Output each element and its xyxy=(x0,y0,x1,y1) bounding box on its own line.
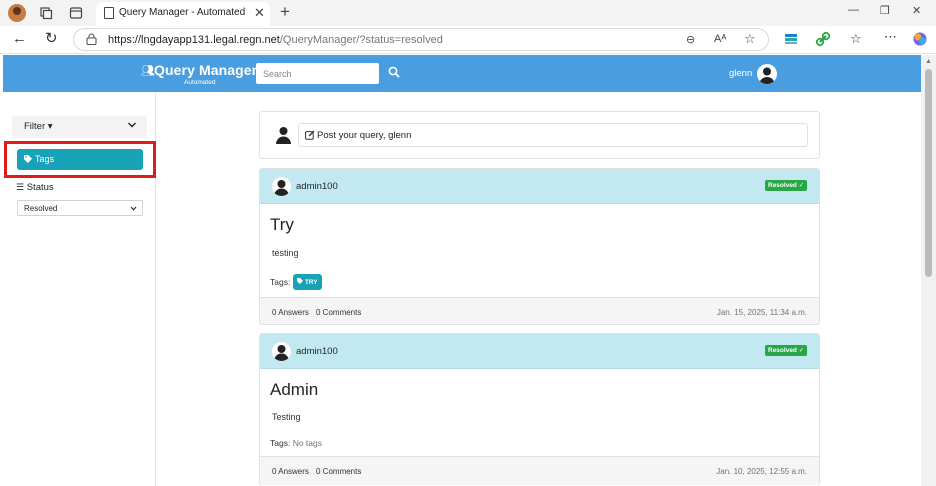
url-path: /QueryManager/?status=resolved xyxy=(279,34,443,46)
post-query-card: Post your query, glenn xyxy=(259,111,820,159)
read-aloud-icon[interactable]: Aᴬ xyxy=(714,33,726,45)
status-filter-label: Status xyxy=(26,182,54,193)
workspaces-icon[interactable] xyxy=(39,6,53,20)
close-window-icon[interactable]: ✕ xyxy=(912,4,921,17)
status-select[interactable]: Resolved xyxy=(17,200,143,216)
query-card-header: admin100 Resolved ✓ xyxy=(260,334,819,369)
tags-label: Tags: xyxy=(270,438,291,448)
url-text[interactable]: https://lngdayapp131.legal.regn.net/Quer… xyxy=(108,34,443,46)
refresh-icon[interactable]: ↻ xyxy=(45,31,58,47)
more-menu-icon[interactable]: ⋯ xyxy=(884,29,897,45)
query-tags: Tags: TRY xyxy=(270,274,322,290)
browser-toolbar: ← ↻ https://lngdayapp131.legal.regn.net/… xyxy=(0,26,936,54)
page-icon xyxy=(104,7,114,19)
copilot-icon[interactable] xyxy=(912,31,928,47)
author-name[interactable]: admin100 xyxy=(296,181,338,192)
author-avatar-icon xyxy=(272,342,291,361)
query-card-footer: 0 Answers 0 Comments Jan. 15, 2025, 11:3… xyxy=(260,297,819,324)
status-badge: Resolved ✓ xyxy=(765,180,808,191)
edit-icon xyxy=(305,130,315,140)
link-extension-icon[interactable] xyxy=(815,31,831,47)
user-silhouette-icon xyxy=(276,127,291,144)
browser-profile-avatar[interactable] xyxy=(8,4,26,22)
app-navbar: 👥︎ Query Manager Automated glenn xyxy=(3,55,921,92)
restore-icon[interactable]: ❐ xyxy=(880,4,890,17)
status-badge: Resolved ✓ xyxy=(765,345,808,356)
post-query-placeholder: Post your query, glenn xyxy=(317,130,412,141)
app-title: Query Manager xyxy=(154,62,258,78)
page-scrollbar[interactable]: ▲ xyxy=(921,55,936,486)
tab-close-icon[interactable]: ✕ xyxy=(254,5,265,21)
tag-badge[interactable]: TRY xyxy=(293,274,322,290)
lock-icon[interactable] xyxy=(86,33,97,45)
new-tab-button[interactable]: + xyxy=(280,2,290,22)
filter-label: Filter ▾ xyxy=(24,121,53,132)
tab-actions-icon[interactable] xyxy=(69,6,83,20)
answers-count[interactable]: 0 Answers xyxy=(272,308,309,317)
query-title[interactable]: Admin xyxy=(270,380,318,400)
comments-count[interactable]: 0 Comments xyxy=(316,308,361,317)
search-input[interactable] xyxy=(256,63,379,84)
extension-flag-icon[interactable] xyxy=(783,31,799,47)
filter-toggle[interactable]: Filter ▾ xyxy=(12,116,147,138)
answers-count[interactable]: 0 Answers xyxy=(272,467,309,476)
query-card: admin100 Resolved ✓ Try testing Tags: TR… xyxy=(259,168,820,325)
query-card: admin100 Resolved ✓ Admin Testing Tags: … xyxy=(259,333,820,486)
status-select-value: Resolved xyxy=(24,204,58,213)
favorite-star-icon[interactable]: ☆ xyxy=(744,31,756,47)
browser-tab-strip: Query Manager - Automated ✕ + — ❐ ✕ xyxy=(0,0,936,26)
query-description: testing xyxy=(272,248,299,258)
search-icon[interactable] xyxy=(388,66,400,78)
query-tags: Tags: No tags xyxy=(270,438,322,448)
author-name[interactable]: admin100 xyxy=(296,346,338,357)
list-check-icon: ☰ xyxy=(16,182,25,192)
post-query-input[interactable]: Post your query, glenn xyxy=(298,123,808,147)
status-filter-heading: ☰ Status xyxy=(16,182,54,193)
select-chevron-icon xyxy=(130,206,137,211)
comments-count[interactable]: 0 Comments xyxy=(316,467,361,476)
app-subtitle: Automated xyxy=(184,79,216,86)
tag-text: TRY xyxy=(304,279,318,286)
scrollbar-thumb[interactable] xyxy=(925,69,932,277)
no-tags-text: No tags xyxy=(292,438,322,448)
query-date: Jan. 15, 2025, 11:34 a.m. xyxy=(716,308,807,317)
query-title[interactable]: Try xyxy=(270,215,294,235)
tag-icon xyxy=(297,278,303,284)
user-avatar-icon[interactable] xyxy=(757,64,777,84)
address-bar[interactable]: https://lngdayapp131.legal.regn.net/Quer… xyxy=(73,28,769,51)
username-label[interactable]: glenn xyxy=(729,68,752,79)
highlight-box xyxy=(4,141,156,178)
query-date: Jan. 10, 2025, 12:55 a.m. xyxy=(716,467,807,476)
chevron-down-icon xyxy=(128,122,136,128)
minimize-icon[interactable]: — xyxy=(848,4,859,16)
zoom-icon[interactable]: ⊖ xyxy=(686,33,695,46)
query-card-footer: 0 Answers 0 Comments Jan. 10, 2025, 12:5… xyxy=(260,456,819,485)
scroll-up-icon[interactable]: ▲ xyxy=(925,58,932,65)
browser-tab-active[interactable]: Query Manager - Automated ✕ xyxy=(96,2,270,26)
query-description: Testing xyxy=(272,412,301,422)
favorites-icon[interactable]: ☆ xyxy=(850,31,862,47)
back-arrow-icon[interactable]: ← xyxy=(12,31,27,47)
url-host: https://lngdayapp131.legal.regn.net xyxy=(108,34,280,46)
query-card-header: admin100 Resolved ✓ xyxy=(260,169,819,204)
tab-title: Query Manager - Automated xyxy=(119,7,246,18)
users-icon: 👥︎ xyxy=(141,65,155,77)
tags-label: Tags: xyxy=(270,277,291,287)
author-avatar-icon xyxy=(272,177,291,196)
